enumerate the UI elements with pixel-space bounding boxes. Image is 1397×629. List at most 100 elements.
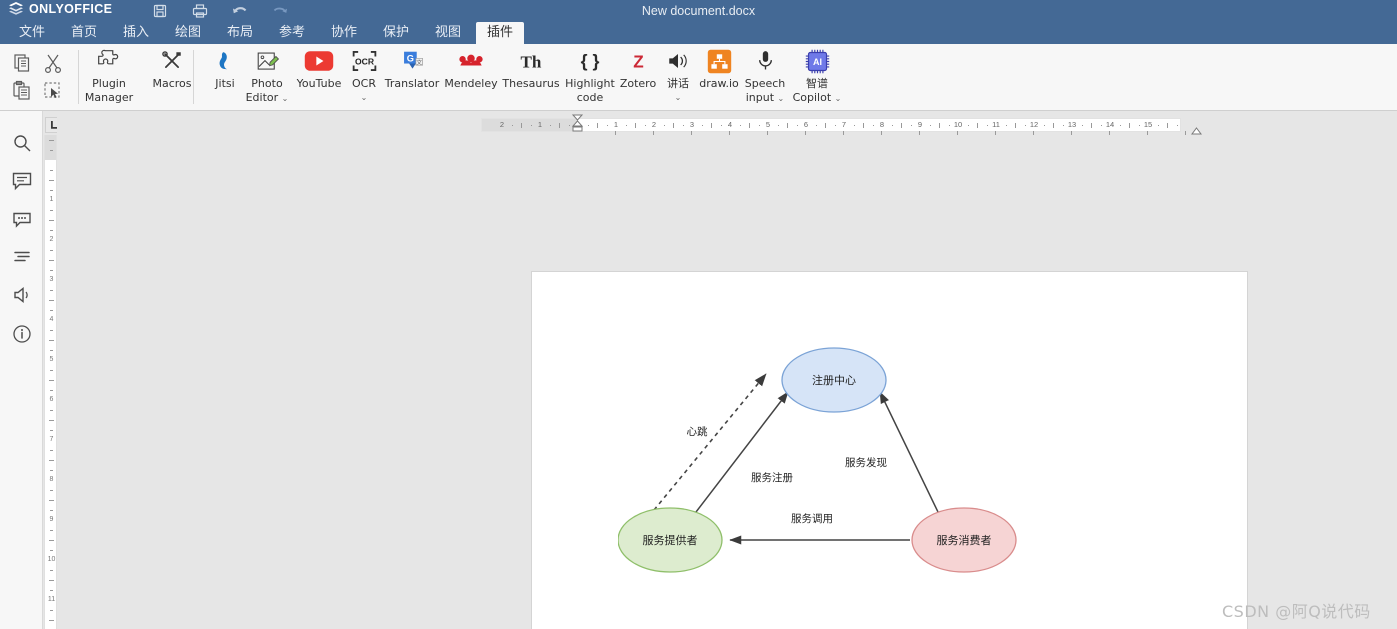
vruler-tick bbox=[50, 450, 53, 451]
hruler-tick bbox=[796, 124, 798, 126]
hruler-tick bbox=[530, 124, 532, 126]
vertical-ruler[interactable]: 1 2 3 4 5 6 7 8 9 10 11 bbox=[44, 135, 57, 629]
mendeley-icon bbox=[443, 46, 499, 76]
hruler-tick bbox=[673, 123, 674, 128]
translator-icon: G 文 bbox=[381, 46, 443, 76]
ocr-button[interactable]: OCR OCR ⌄ bbox=[347, 46, 381, 103]
zotero-button[interactable]: Z Zotero bbox=[617, 46, 659, 90]
edge-register bbox=[695, 391, 789, 513]
photo-editor-button[interactable]: Photo Editor ⌄ bbox=[243, 46, 291, 104]
hruler-label: 1 bbox=[613, 120, 619, 129]
right-indent-marker[interactable] bbox=[1191, 123, 1202, 135]
search-icon[interactable] bbox=[11, 132, 33, 154]
left-tool-rail bbox=[0, 111, 43, 629]
chevron-down-icon-speak[interactable]: ⌄ bbox=[659, 92, 697, 104]
tab-stop-mark bbox=[881, 131, 882, 135]
hruler-label: 8 bbox=[879, 120, 885, 129]
plugin-manager-button[interactable]: Plugin Manager bbox=[83, 46, 135, 103]
tab-stop-mark bbox=[919, 131, 920, 135]
ribbon-tab-3[interactable]: 绘图 bbox=[164, 22, 212, 44]
document-page[interactable]: 注册中心 服务提供者 服务消费者 心跳 服务注册 服务发现 服务调用 bbox=[531, 271, 1248, 629]
svg-text:OCR: OCR bbox=[354, 57, 374, 67]
translator-button[interactable]: G 文 Translator bbox=[381, 46, 443, 90]
document-workspace[interactable]: 注册中心 服务提供者 服务消费者 心跳 服务注册 服务发现 服务调用 bbox=[57, 111, 1397, 629]
ribbon-tab-2[interactable]: 插入 bbox=[112, 22, 160, 44]
vruler-tick bbox=[49, 380, 54, 381]
ribbon-tab-5[interactable]: 参考 bbox=[268, 22, 316, 44]
thesaurus-button[interactable]: Th Thesaurus bbox=[499, 46, 563, 90]
chevron-down-icon-copilot[interactable]: ⌄ bbox=[835, 94, 842, 103]
hruler-tick bbox=[663, 124, 665, 126]
speech-input-button[interactable]: Speech input ⌄ bbox=[741, 46, 789, 104]
vruler-tick bbox=[49, 340, 54, 341]
vruler-label: 2 bbox=[49, 236, 54, 243]
ribbon-tab-9[interactable]: 插件 bbox=[476, 22, 525, 44]
speak-button[interactable]: 讲话 ⌄ bbox=[659, 46, 697, 103]
hruler-label: 6 bbox=[803, 120, 809, 129]
tab-stop-mark bbox=[729, 131, 730, 135]
ribbon-tab-8[interactable]: 视图 bbox=[424, 22, 472, 44]
vruler-tick bbox=[49, 180, 54, 181]
hruler-tick bbox=[1005, 124, 1007, 126]
ribbon-tab-7[interactable]: 保护 bbox=[372, 22, 420, 44]
chevron-down-icon[interactable]: ⌄ bbox=[282, 94, 289, 103]
comments-icon[interactable] bbox=[11, 170, 33, 192]
photo-editor-label-2-text: Editor bbox=[245, 90, 279, 104]
hruler-tick bbox=[587, 124, 589, 126]
tab-stop-mark bbox=[843, 131, 844, 135]
mendeley-button[interactable]: Mendeley bbox=[443, 46, 499, 90]
microphone-icon bbox=[741, 46, 789, 76]
vruler-tick bbox=[50, 250, 53, 251]
chevron-down-icon-ocr[interactable]: ⌄ bbox=[347, 92, 381, 104]
hruler-tick bbox=[825, 123, 826, 128]
highlight-code-label-2: code bbox=[576, 90, 604, 104]
macros-button[interactable]: Macros bbox=[148, 46, 196, 90]
hruler-tick bbox=[1176, 124, 1178, 126]
tab-stop-mark bbox=[1147, 131, 1148, 135]
jitsi-button[interactable]: Jitsi bbox=[207, 46, 243, 90]
vruler-tick bbox=[50, 510, 53, 511]
highlight-code-button[interactable]: { } Highlight code bbox=[563, 46, 617, 103]
hruler-tick bbox=[701, 124, 703, 126]
indent-markers[interactable] bbox=[571, 114, 584, 138]
vruler-tick bbox=[50, 470, 53, 471]
vruler-tick bbox=[50, 390, 53, 391]
youtube-button[interactable]: YouTube bbox=[291, 46, 347, 90]
paste-icon[interactable] bbox=[10, 78, 36, 104]
ribbon-tab-4[interactable]: 布局 bbox=[216, 22, 264, 44]
zhipu-copilot-button[interactable]: AI 智谱 Copilot ⌄ bbox=[789, 46, 845, 104]
vruler-tick bbox=[50, 430, 53, 431]
photo-editor-icon bbox=[243, 46, 291, 76]
copy-icon[interactable] bbox=[10, 50, 36, 76]
ribbon-tab-6[interactable]: 协作 bbox=[320, 22, 368, 44]
title-bar: ONLYOFFICE New document.docx bbox=[0, 0, 1397, 22]
hruler-label: 9 bbox=[917, 120, 923, 129]
feedback-icon[interactable] bbox=[11, 284, 33, 306]
hruler-tick bbox=[939, 123, 940, 128]
hruler-tick bbox=[872, 124, 874, 126]
chevron-down-icon-speech[interactable]: ⌄ bbox=[778, 94, 785, 103]
chat-icon[interactable] bbox=[11, 208, 33, 230]
select-all-icon[interactable] bbox=[40, 78, 66, 104]
hruler-tick bbox=[711, 123, 712, 128]
horizontal-ruler[interactable]: 211234567891011121314151617 bbox=[481, 118, 1181, 132]
ribbon-tab-0[interactable]: 文件 bbox=[8, 22, 56, 44]
vruler-tick bbox=[50, 550, 53, 551]
zhipu-copilot-label-1: 智谱 bbox=[806, 77, 828, 90]
tab-stop-mark bbox=[653, 131, 654, 135]
vruler-tick bbox=[50, 230, 53, 231]
vruler-label: 3 bbox=[49, 276, 54, 283]
drawio-button[interactable]: draw.io bbox=[697, 46, 741, 90]
service-registry-diagram[interactable]: 注册中心 服务提供者 服务消费者 心跳 服务注册 服务发现 服务调用 bbox=[617, 330, 1048, 600]
thesaurus-label: Thesaurus bbox=[502, 77, 560, 90]
svg-text:Th: Th bbox=[521, 52, 542, 71]
ocr-icon: OCR bbox=[347, 46, 381, 76]
vruler-tick bbox=[50, 370, 53, 371]
braces-icon: { } bbox=[563, 46, 617, 76]
vruler-label: 7 bbox=[49, 436, 54, 443]
ribbon-tab-1[interactable]: 首页 bbox=[60, 22, 108, 44]
cut-icon[interactable] bbox=[40, 50, 66, 76]
headings-icon[interactable] bbox=[11, 246, 33, 268]
about-icon[interactable] bbox=[11, 323, 33, 345]
vruler-tick bbox=[50, 490, 53, 491]
